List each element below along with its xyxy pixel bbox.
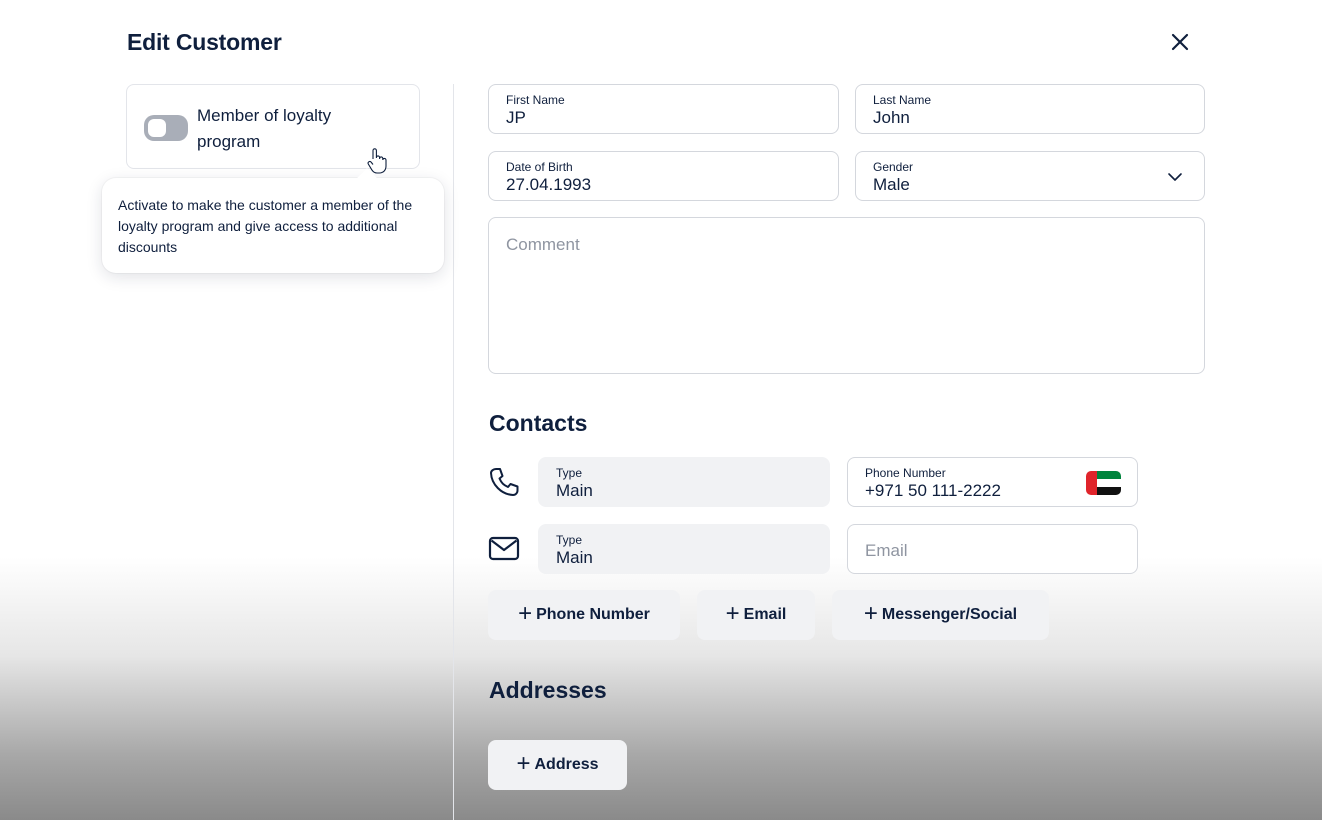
add-messenger-button[interactable]: + Messenger/Social bbox=[832, 590, 1049, 640]
add-address-button[interactable]: + Address bbox=[488, 740, 627, 790]
phone-type-value: Main bbox=[556, 481, 593, 500]
close-icon bbox=[1171, 33, 1189, 51]
gender-label: Gender bbox=[873, 160, 914, 174]
add-phone-label: Phone Number bbox=[536, 606, 650, 623]
tooltip-text: Activate to make the customer a member o… bbox=[118, 197, 413, 255]
add-messenger-label: Messenger/Social bbox=[881, 606, 1018, 623]
dob-value: 27.04.1993 bbox=[506, 175, 592, 194]
close-button[interactable] bbox=[1166, 28, 1194, 56]
gender-value: Male bbox=[873, 175, 910, 194]
email-type-label: Type bbox=[556, 533, 583, 547]
chevron-down-icon bbox=[1168, 173, 1182, 181]
phone-number-value: +971 50 111-2222 bbox=[865, 481, 1001, 500]
add-phone-number-button[interactable]: + Phone Number bbox=[488, 590, 680, 640]
phone-number-field[interactable]: Phone Number +971 50 111-2222 bbox=[847, 457, 1138, 507]
add-email-button[interactable]: + Email bbox=[697, 590, 815, 640]
plus-icon: + bbox=[516, 750, 531, 777]
comment-textarea[interactable]: Comment bbox=[488, 217, 1205, 374]
last-name-value: John bbox=[873, 108, 910, 127]
addresses-title: Addresses bbox=[489, 677, 607, 703]
toggle-knob bbox=[148, 119, 166, 137]
comment-placeholder: Comment bbox=[506, 235, 580, 254]
loyalty-toggle[interactable] bbox=[144, 115, 188, 141]
dob-label: Date of Birth bbox=[506, 160, 573, 174]
email-type-field[interactable]: Type Main bbox=[538, 524, 830, 574]
phone-number-label: Phone Number bbox=[865, 466, 946, 480]
email-input[interactable]: Email bbox=[847, 524, 1138, 574]
phone-type-field[interactable]: Type Main bbox=[538, 457, 830, 507]
edit-customer-modal: Edit Customer Member of loyalty program … bbox=[0, 0, 1322, 820]
email-type-value: Main bbox=[556, 548, 593, 567]
gender-select[interactable]: Gender Male bbox=[855, 151, 1205, 201]
first-name-value: JP bbox=[506, 108, 526, 127]
phone-icon bbox=[490, 468, 519, 496]
first-name-field[interactable]: First Name JP bbox=[488, 84, 839, 134]
phone-type-label: Type bbox=[556, 466, 583, 480]
loyalty-tooltip: Activate to make the customer a member o… bbox=[102, 168, 444, 273]
date-of-birth-field[interactable]: Date of Birth 27.04.1993 bbox=[488, 151, 839, 201]
add-address-label: Address bbox=[534, 756, 599, 773]
modal-title: Edit Customer bbox=[127, 29, 282, 55]
add-email-label: Email bbox=[743, 606, 787, 623]
mail-icon bbox=[488, 536, 520, 561]
first-name-label: First Name bbox=[506, 93, 565, 107]
plus-icon: + bbox=[725, 600, 740, 627]
uae-flag-icon[interactable] bbox=[1086, 471, 1121, 495]
plus-icon: + bbox=[863, 600, 878, 627]
last-name-field[interactable]: Last Name John bbox=[855, 84, 1205, 134]
email-placeholder: Email bbox=[865, 541, 908, 560]
plus-icon: + bbox=[518, 600, 533, 627]
contacts-title: Contacts bbox=[489, 410, 588, 436]
vertical-divider bbox=[453, 84, 454, 820]
last-name-label: Last Name bbox=[873, 93, 932, 107]
